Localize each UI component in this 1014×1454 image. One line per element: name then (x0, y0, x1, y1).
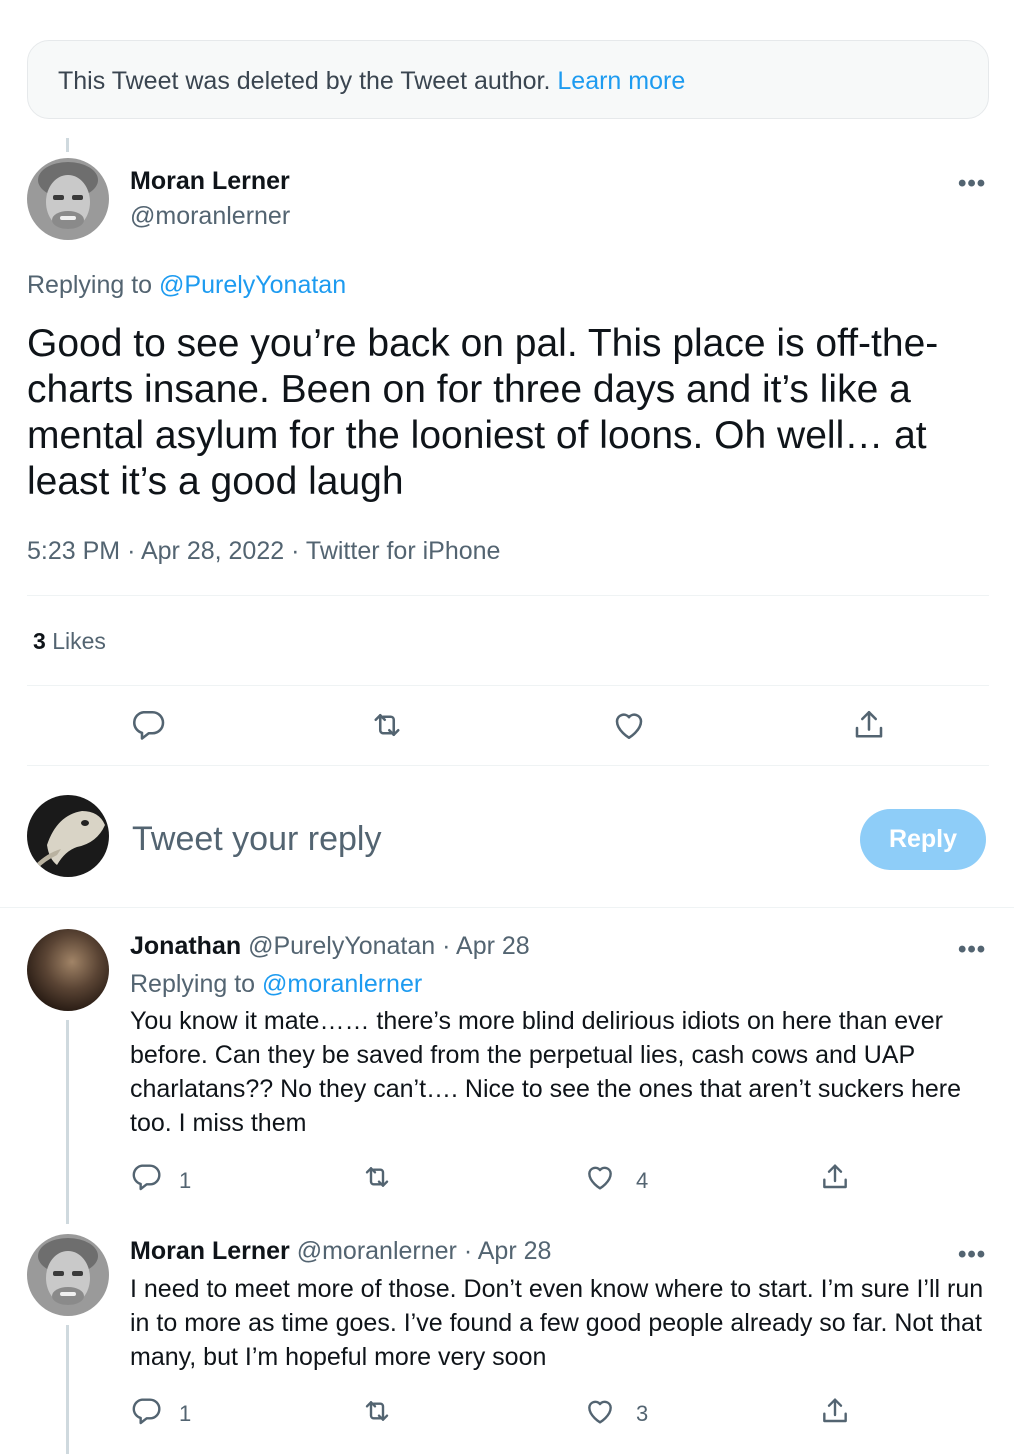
reply-header: Jonathan @PurelyYonatan · Apr 28 (130, 932, 530, 961)
reply-icon[interactable] (130, 1395, 162, 1427)
reply-author-name[interactable]: Jonathan (130, 932, 241, 960)
tweet-time[interactable]: 5:23 PM (27, 537, 120, 565)
author-handle[interactable]: @moranlerner (130, 202, 290, 231)
more-icon[interactable]: ••• (958, 170, 986, 198)
likes-stat[interactable]: 3 Likes (33, 628, 106, 655)
likes-label: Likes (52, 628, 106, 654)
reply-date[interactable]: Apr 28 (478, 1237, 552, 1265)
like-count: 4 (636, 1168, 649, 1193)
current-user-avatar[interactable] (27, 795, 109, 877)
divider (27, 595, 989, 596)
retweet-icon[interactable] (360, 1395, 394, 1427)
divider (27, 765, 989, 766)
like-count: 3 (636, 1401, 649, 1426)
thread-line (66, 138, 69, 152)
replying-to-line: Replying to @PurelyYonatan (27, 271, 346, 300)
tweet-text: Good to see you’re back on pal. This pla… (27, 322, 939, 503)
divider (0, 907, 1014, 908)
reply-button[interactable]: Reply (860, 809, 986, 870)
reply-author-handle[interactable]: @moranlerner (297, 1237, 457, 1265)
more-icon[interactable]: ••• (958, 936, 986, 964)
reply-icon[interactable] (130, 707, 166, 743)
thread-line (66, 1020, 69, 1224)
reply-count: 1 (179, 1168, 192, 1193)
replying-to-link[interactable]: @moranlerner (262, 970, 422, 998)
reply-date[interactable]: Apr 28 (456, 932, 530, 960)
author-name[interactable]: Moran Lerner (130, 167, 290, 196)
reply-icon[interactable] (130, 1161, 162, 1193)
heart-icon[interactable] (584, 1395, 616, 1427)
share-icon[interactable] (851, 707, 887, 743)
reply-text: I need to meet more of those. Don’t even… (130, 1275, 984, 1371)
tweet-source[interactable]: Twitter for iPhone (306, 537, 501, 565)
meta-separator: · (127, 537, 136, 565)
learn-more-link[interactable]: Learn more (557, 67, 685, 95)
retweet-icon[interactable] (360, 1161, 394, 1193)
likes-count: 3 (33, 628, 46, 654)
more-icon[interactable]: ••• (958, 1241, 986, 1269)
heart-icon[interactable] (611, 707, 647, 743)
deleted-tweet-notice: This Tweet was deleted by the Tweet auth… (27, 40, 989, 119)
reply-text: You know it mate…… there’s more blind de… (130, 1007, 962, 1137)
meta-separator: · (463, 1237, 473, 1265)
deleted-notice-text: This Tweet was deleted by the Tweet auth… (58, 67, 551, 95)
tweet-meta: 5:23 PM · Apr 28, 2022 · Twitter for iPh… (27, 537, 500, 566)
replying-to-line: Replying to @moranlerner (130, 970, 422, 999)
share-icon[interactable] (819, 1161, 851, 1193)
replying-to-prefix: Replying to (130, 970, 256, 998)
replying-to-prefix: Replying to (27, 271, 153, 299)
thread-line (66, 1325, 69, 1454)
reply-count: 1 (179, 1401, 192, 1426)
deleted-notice-text-row: This Tweet was deleted by the Tweet auth… (58, 67, 685, 96)
retweet-icon[interactable] (368, 707, 406, 743)
meta-separator: · (442, 932, 451, 960)
reply-input[interactable]: Tweet your reply (132, 820, 381, 859)
replying-to-link[interactable]: @PurelyYonatan (159, 271, 346, 299)
reply-header: Moran Lerner @moranlerner · Apr 28 (130, 1237, 551, 1266)
divider (27, 685, 989, 686)
share-icon[interactable] (819, 1395, 851, 1427)
avatar-moran-lerner[interactable] (27, 1234, 109, 1316)
avatar-jonathan[interactable] (27, 929, 109, 1011)
reply-author-name[interactable]: Moran Lerner (130, 1237, 290, 1265)
heart-icon[interactable] (584, 1161, 616, 1193)
meta-separator: · (291, 537, 300, 565)
tweet-date[interactable]: Apr 28, 2022 (141, 537, 284, 565)
reply-author-handle[interactable]: @PurelyYonatan (248, 932, 435, 960)
avatar-moran-lerner[interactable] (27, 158, 109, 240)
